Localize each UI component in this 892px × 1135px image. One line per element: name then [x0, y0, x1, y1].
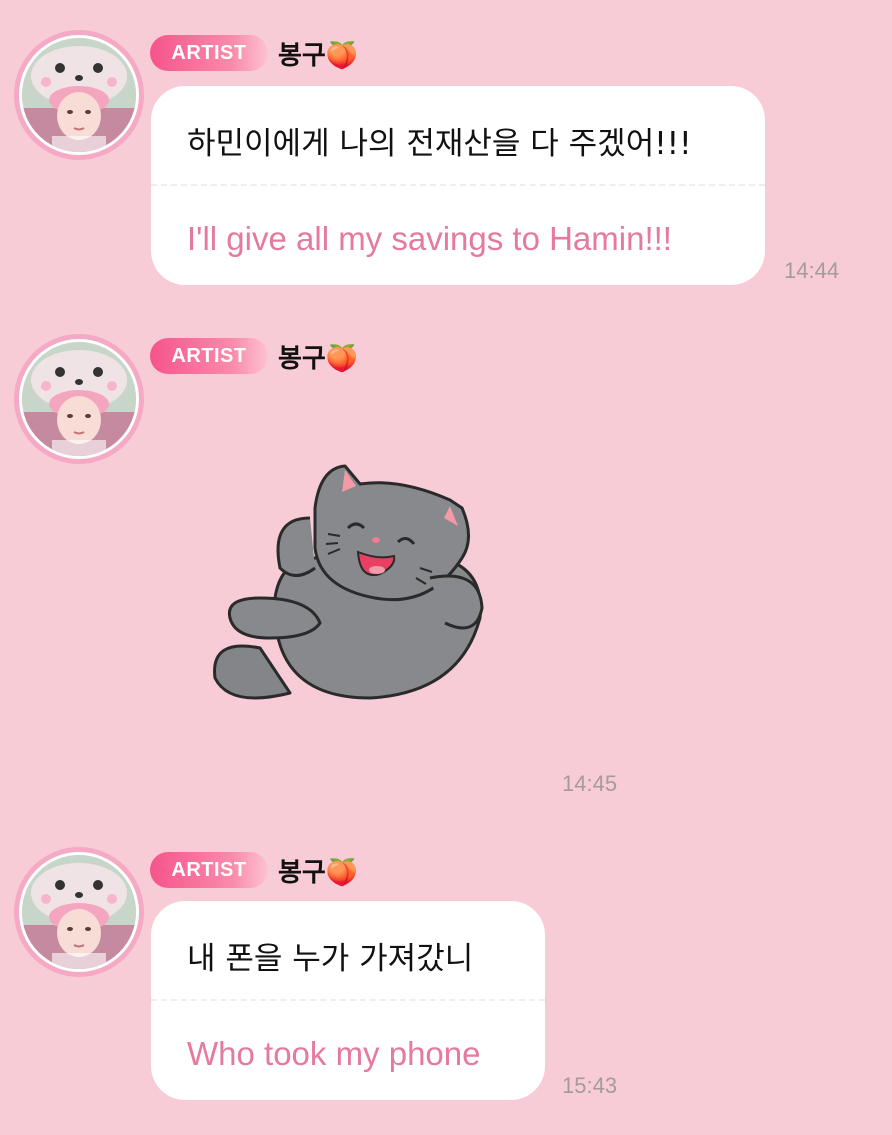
avatar-image	[19, 35, 139, 155]
message-header: ARTIST 봉구🍑	[150, 336, 358, 376]
original-text: 내 폰을 누가 가져갔니	[187, 941, 474, 977]
message-header: ARTIST 봉구🍑	[150, 33, 358, 73]
timestamp: 14:45	[562, 771, 618, 796]
avatar[interactable]	[14, 847, 144, 977]
sender-name[interactable]: 봉구🍑	[278, 852, 358, 889]
sender-name[interactable]: 봉구🍑	[278, 35, 358, 72]
translation-text: I'll give all my savings to Hamin!!!	[187, 220, 672, 257]
message-bubble[interactable]: 하민이에게 나의 전재산을 다 주겠어!!! I'll give all my …	[151, 86, 765, 285]
artist-badge: ARTIST	[150, 852, 268, 888]
avatar[interactable]	[14, 334, 144, 464]
timestamp: 15:43	[562, 1073, 618, 1098]
message-bubble[interactable]: 내 폰을 누가 가져갔니 Who took my phone	[151, 901, 545, 1100]
avatar-image	[19, 339, 139, 459]
translation-text: Who took my phone	[187, 1035, 481, 1072]
timestamp: 14:44	[784, 258, 840, 283]
message-header: ARTIST 봉구🍑	[150, 850, 358, 890]
avatar-image	[19, 852, 139, 972]
cat-sticker[interactable]	[200, 448, 500, 722]
bubble-divider	[151, 999, 545, 1001]
bubble-divider	[151, 184, 765, 186]
artist-badge: ARTIST	[150, 35, 268, 71]
sender-name[interactable]: 봉구🍑	[278, 338, 358, 375]
avatar[interactable]	[14, 30, 144, 160]
artist-badge: ARTIST	[150, 338, 268, 374]
cat-sticker-image	[213, 464, 484, 700]
original-text: 하민이에게 나의 전재산을 다 주겠어!!!	[187, 126, 692, 162]
